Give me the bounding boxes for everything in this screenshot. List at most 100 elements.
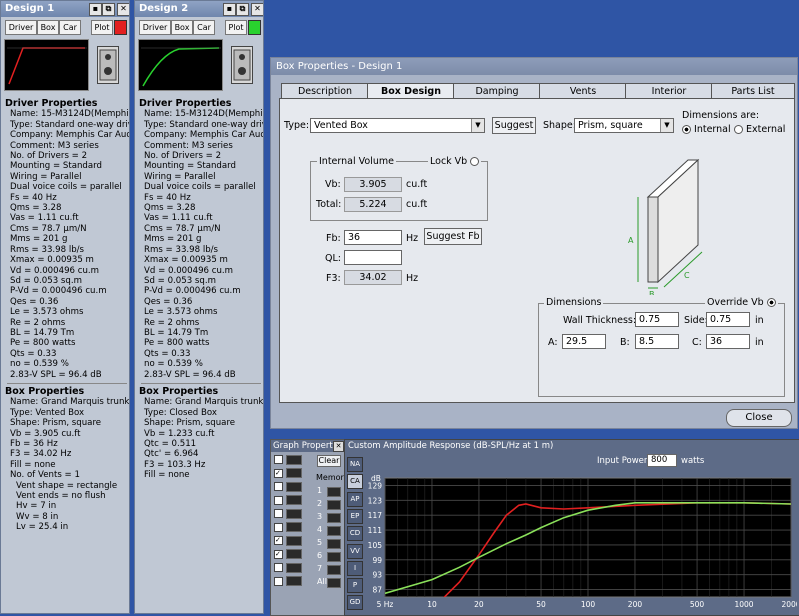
memory-slot-button[interactable] — [327, 513, 341, 523]
option-checkbox[interactable]: ✓ — [274, 549, 283, 559]
dialog-title[interactable]: Box Properties - Design 1 — [271, 58, 797, 75]
lock-vb-toggle[interactable]: Lock Vb — [428, 156, 482, 167]
save-icon[interactable]: ▪ — [89, 3, 102, 16]
tab-box-design[interactable]: Box Design — [367, 83, 455, 99]
ql-input[interactable] — [344, 250, 402, 265]
tab-interior[interactable]: Interior — [625, 83, 713, 99]
driver-properties-list: Name: 15-M3124D(Memphis Type: Standard on… — [139, 109, 263, 380]
graph-type-button-gd[interactable]: GD — [347, 595, 363, 611]
amplitude-chart[interactable]: 5 Hz 10 20 50 100 200 500 1000 2000 129 123 117 111 1… — [363, 470, 797, 615]
option-checkbox[interactable] — [274, 509, 283, 518]
a-input[interactable]: 29.5 — [562, 334, 606, 349]
box-properties-dialog: Box Properties - Design 1 Description Bo… — [270, 57, 798, 429]
c-input[interactable]: 36 — [706, 334, 750, 349]
memory-slot-button[interactable] — [327, 578, 341, 588]
design1-window: Design 1 ▪ ⧉ ✕ Driver Box Car Plot Drive… — [0, 0, 130, 614]
copy-icon[interactable]: ⧉ — [236, 3, 249, 16]
design1-titlebar[interactable]: Design 1 ▪ ⧉ ✕ — [1, 1, 129, 17]
design1-thumbnail-plot[interactable] — [4, 39, 89, 91]
graph-type-button-na[interactable]: NA — [347, 457, 363, 472]
memory-slot-button[interactable] — [327, 539, 341, 549]
driver-button[interactable]: Driver — [139, 20, 171, 35]
box-button[interactable]: Box — [37, 20, 59, 35]
copy-icon[interactable]: ⧉ — [102, 3, 115, 16]
diagram-label-b: B — [649, 290, 655, 295]
amplitude-titlebar[interactable]: Custom Amplitude Response (dB-SPL/Hz at … — [345, 440, 799, 452]
car-button[interactable]: Car — [59, 20, 81, 35]
option-checkbox[interactable] — [274, 482, 283, 491]
car-button[interactable]: Car — [193, 20, 215, 35]
graph-type-button-p[interactable]: P — [347, 578, 363, 594]
property-line: Name: 15-M3124D(Memphis — [144, 109, 264, 120]
x-tick-label: 100 — [581, 600, 596, 609]
option-style-icon[interactable] — [286, 495, 302, 505]
speaker-box-icon[interactable] — [231, 46, 253, 84]
side-input[interactable]: 0.75 — [706, 312, 750, 327]
option-checkbox[interactable]: ✓ — [274, 468, 283, 478]
design2-thumbnail-plot[interactable] — [138, 39, 223, 91]
box-button[interactable]: Box — [171, 20, 193, 35]
tab-description[interactable]: Description — [281, 83, 369, 99]
option-style-icon[interactable] — [286, 481, 302, 492]
graph-type-button-ca[interactable]: CA — [347, 474, 363, 490]
graph-type-button-cd[interactable]: CD — [347, 526, 363, 542]
close-icon[interactable]: ✕ — [117, 3, 129, 16]
option-style-icon[interactable] — [286, 522, 302, 532]
chevron-down-icon[interactable]: ▼ — [660, 119, 673, 132]
option-checkbox[interactable]: ✓ — [274, 536, 283, 545]
override-vb-toggle[interactable]: Override Vb — [705, 297, 778, 308]
close-button[interactable]: Close — [726, 409, 792, 427]
option-style-icon[interactable] — [286, 468, 302, 478]
internal-radio[interactable]: Internal — [682, 124, 731, 135]
option-checkbox[interactable] — [274, 495, 283, 505]
graph-properties-titlebar[interactable]: Graph Properties ✕ — [271, 440, 345, 452]
external-radio[interactable]: External — [734, 124, 785, 135]
option-style-icon[interactable] — [286, 454, 302, 465]
fb-input[interactable]: 36 — [344, 230, 402, 245]
chevron-down-icon[interactable]: ▼ — [471, 119, 484, 132]
save-icon[interactable]: ▪ — [223, 3, 236, 16]
tab-parts-list[interactable]: Parts List — [711, 83, 795, 99]
option-checkbox[interactable] — [274, 576, 283, 586]
graph-type-button-ep[interactable]: EP — [347, 508, 363, 524]
option-style-icon[interactable] — [286, 562, 302, 573]
plot-button[interactable]: Plot — [225, 20, 247, 35]
memory-slot-button[interactable] — [327, 526, 341, 536]
driver-button[interactable]: Driver — [5, 20, 37, 35]
wall-thickness-input[interactable]: 0.75 — [635, 312, 679, 327]
graph-type-button-vv[interactable]: VV — [347, 543, 363, 559]
tab-vents[interactable]: Vents — [539, 83, 627, 99]
input-power-input[interactable]: 800 — [647, 454, 677, 467]
option-checkbox[interactable] — [274, 563, 283, 572]
graph-type-button-ap[interactable]: AP — [347, 491, 363, 507]
option-checkbox[interactable] — [274, 522, 283, 532]
property-line: Re = 2 ohms — [144, 317, 200, 328]
memory-slot-button[interactable] — [327, 500, 341, 510]
memory-slot-button[interactable] — [327, 552, 341, 562]
option-style-icon[interactable] — [286, 535, 302, 546]
suggest-fb-button[interactable]: Suggest Fb — [424, 228, 482, 245]
type-dropdown[interactable]: Vented Box ▼ — [310, 118, 485, 133]
override-vb-label: Override Vb — [707, 297, 764, 308]
design2-titlebar[interactable]: Design 2 ▪ ⧉ ✕ — [135, 1, 263, 17]
plot-color-swatch[interactable] — [114, 20, 127, 35]
memory-slot-button[interactable] — [327, 487, 341, 497]
option-checkbox[interactable] — [274, 455, 283, 464]
b-input[interactable]: 8.5 — [635, 334, 679, 349]
memory-slot-button[interactable] — [327, 565, 341, 575]
shape-dropdown[interactable]: Prism, square ▼ — [574, 118, 674, 133]
tab-damping[interactable]: Damping — [453, 83, 541, 99]
option-style-icon[interactable] — [286, 549, 302, 559]
speaker-box-icon[interactable] — [97, 46, 119, 84]
suggest-button[interactable]: Suggest — [492, 117, 536, 134]
close-icon[interactable]: ✕ — [251, 3, 263, 16]
plot-color-swatch[interactable] — [248, 20, 261, 35]
option-style-icon[interactable] — [286, 576, 302, 586]
close-icon[interactable]: ✕ — [333, 441, 344, 452]
clear-button[interactable]: Clear — [317, 455, 341, 467]
plot-button[interactable]: Plot — [91, 20, 113, 35]
property-line: Xmax = 0.00935 m — [144, 255, 228, 266]
graph-type-button-i[interactable]: I — [347, 560, 363, 576]
property-line: Dual voice coils = parallel — [10, 182, 122, 193]
option-style-icon[interactable] — [286, 508, 302, 519]
